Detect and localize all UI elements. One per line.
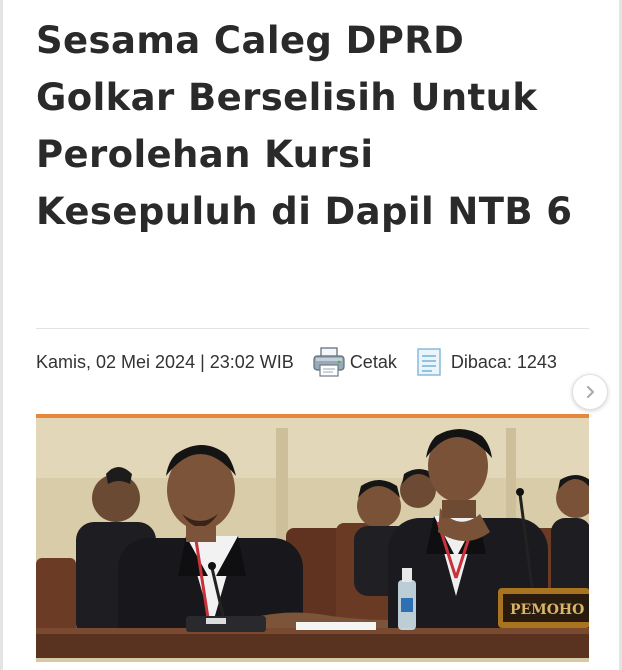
next-button[interactable]: [572, 374, 608, 410]
article-photo: PEMOHO: [36, 414, 589, 662]
article-title: Sesama Caleg DPRD Golkar Berselisih Untu…: [36, 19, 573, 233]
article-date: Kamis, 02 Mei 2024 | 23:02 WIB: [36, 351, 294, 372]
read-count: Dibaca: 1243: [450, 351, 557, 372]
plaque-text: PEMOHO: [510, 602, 584, 618]
printer-icon[interactable]: [312, 346, 346, 378]
article-meta: Kamis, 02 Mei 2024 | 23:02 WIB Cetak Dib…: [36, 344, 557, 380]
document-icon: [415, 347, 443, 377]
print-link[interactable]: Cetak: [350, 352, 397, 373]
chevron-right-icon: [587, 386, 594, 398]
title-divider: [36, 328, 589, 329]
frame-edge-left: [0, 0, 3, 670]
